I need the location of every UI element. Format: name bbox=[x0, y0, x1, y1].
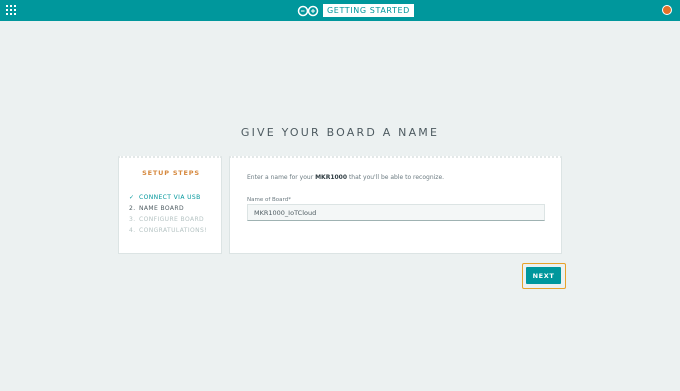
board-model: MKR1000 bbox=[315, 174, 348, 181]
step-label: CONFIGURE BOARD bbox=[139, 216, 205, 223]
step-name-board: 2. NAME BOARD bbox=[129, 204, 221, 213]
intro-text-after: that you'll be able to recognize. bbox=[347, 174, 445, 181]
brand: GETTING STARTED bbox=[297, 3, 414, 18]
page-title: GIVE YOUR BOARD A NAME bbox=[240, 126, 440, 139]
step-configure-board: 3. CONFIGURE BOARD bbox=[129, 215, 221, 224]
user-avatar-icon[interactable] bbox=[662, 5, 672, 15]
step-label: NAME BOARD bbox=[139, 205, 184, 212]
setup-steps-panel: SETUP STEPS ✓ CONNECT VIA USB 2. NAME BOAR… bbox=[118, 156, 222, 254]
top-bar: GETTING STARTED bbox=[0, 0, 680, 21]
step-number: 2. bbox=[129, 205, 136, 212]
board-name-form: Enter a name for your MKR1000 that you'l… bbox=[229, 156, 562, 254]
next-button-highlight: NEXT bbox=[522, 263, 566, 289]
form-instructions: Enter a name for your MKR1000 that you'l… bbox=[247, 174, 557, 181]
check-icon: ✓ bbox=[129, 194, 135, 201]
setup-steps-title: SETUP STEPS bbox=[142, 169, 200, 177]
step-label: CONGRATULATIONS! bbox=[139, 227, 208, 234]
step-connect-via-usb: ✓ CONNECT VIA USB bbox=[129, 193, 221, 202]
step-number: 4. bbox=[129, 227, 136, 234]
intro-text-before: Enter a name for your bbox=[247, 174, 316, 181]
next-button[interactable]: NEXT bbox=[526, 267, 561, 284]
board-name-input[interactable] bbox=[247, 204, 545, 221]
step-number: 3. bbox=[129, 216, 136, 223]
apps-grid-icon[interactable] bbox=[6, 5, 16, 15]
board-name-label: Name of Board* bbox=[247, 197, 291, 203]
step-label: CONNECT VIA USB bbox=[139, 194, 201, 201]
step-congratulations: 4. CONGRATULATIONS! bbox=[129, 226, 221, 235]
arduino-logo-icon bbox=[297, 5, 319, 16]
app-title: GETTING STARTED bbox=[323, 4, 414, 17]
